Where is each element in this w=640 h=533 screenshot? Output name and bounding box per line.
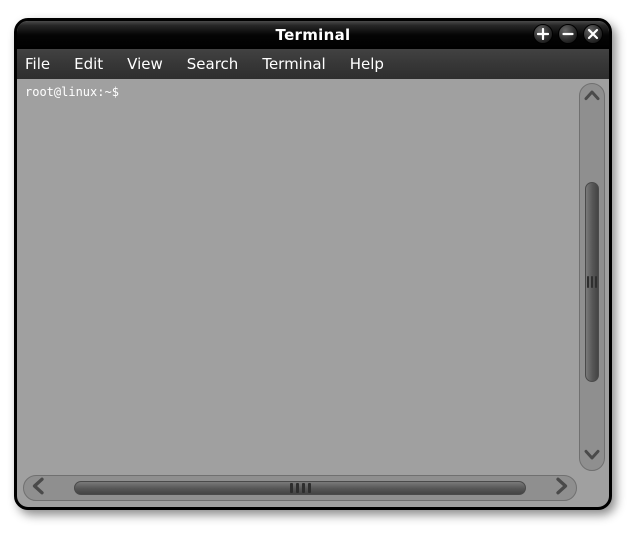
chevron-left-icon bbox=[30, 477, 48, 499]
terminal-window: Terminal File Edit View Search bbox=[14, 18, 612, 510]
shell-prompt: root@linux:~$ bbox=[25, 85, 119, 99]
close-button[interactable] bbox=[583, 24, 603, 44]
window-controls bbox=[533, 24, 603, 44]
horizontal-scroll-track[interactable] bbox=[54, 476, 546, 500]
chevron-up-icon bbox=[584, 88, 600, 108]
chevron-down-icon bbox=[584, 446, 600, 466]
grip-icon bbox=[587, 276, 597, 288]
scroll-up-button[interactable] bbox=[582, 88, 602, 108]
menu-help[interactable]: Help bbox=[350, 55, 384, 73]
menu-edit[interactable]: Edit bbox=[74, 55, 103, 73]
menu-view[interactable]: View bbox=[127, 55, 163, 73]
scroll-right-button[interactable] bbox=[550, 478, 572, 498]
window-title: Terminal bbox=[17, 26, 609, 44]
horizontal-scroll-thumb[interactable] bbox=[74, 481, 526, 495]
vertical-scrollbar[interactable] bbox=[579, 83, 605, 471]
plus-icon bbox=[537, 25, 549, 44]
new-tab-button[interactable] bbox=[533, 24, 553, 44]
titlebar: Terminal bbox=[17, 21, 609, 49]
body-area: root@linux:~$ bbox=[17, 79, 609, 473]
vertical-scroll-track[interactable] bbox=[580, 112, 604, 442]
close-icon bbox=[587, 25, 599, 44]
minus-icon bbox=[562, 25, 574, 44]
vertical-scroll-thumb[interactable] bbox=[585, 182, 599, 382]
minimize-button[interactable] bbox=[558, 24, 578, 44]
horizontal-scrollbar[interactable] bbox=[23, 475, 577, 501]
scroll-left-button[interactable] bbox=[28, 478, 50, 498]
menu-terminal[interactable]: Terminal bbox=[262, 55, 325, 73]
menu-file[interactable]: File bbox=[25, 55, 50, 73]
terminal-output[interactable]: root@linux:~$ bbox=[17, 79, 579, 473]
grip-icon bbox=[290, 483, 311, 493]
scroll-down-button[interactable] bbox=[582, 446, 602, 466]
chevron-right-icon bbox=[552, 477, 570, 499]
menubar: File Edit View Search Terminal Help bbox=[17, 49, 609, 79]
menu-search[interactable]: Search bbox=[187, 55, 239, 73]
